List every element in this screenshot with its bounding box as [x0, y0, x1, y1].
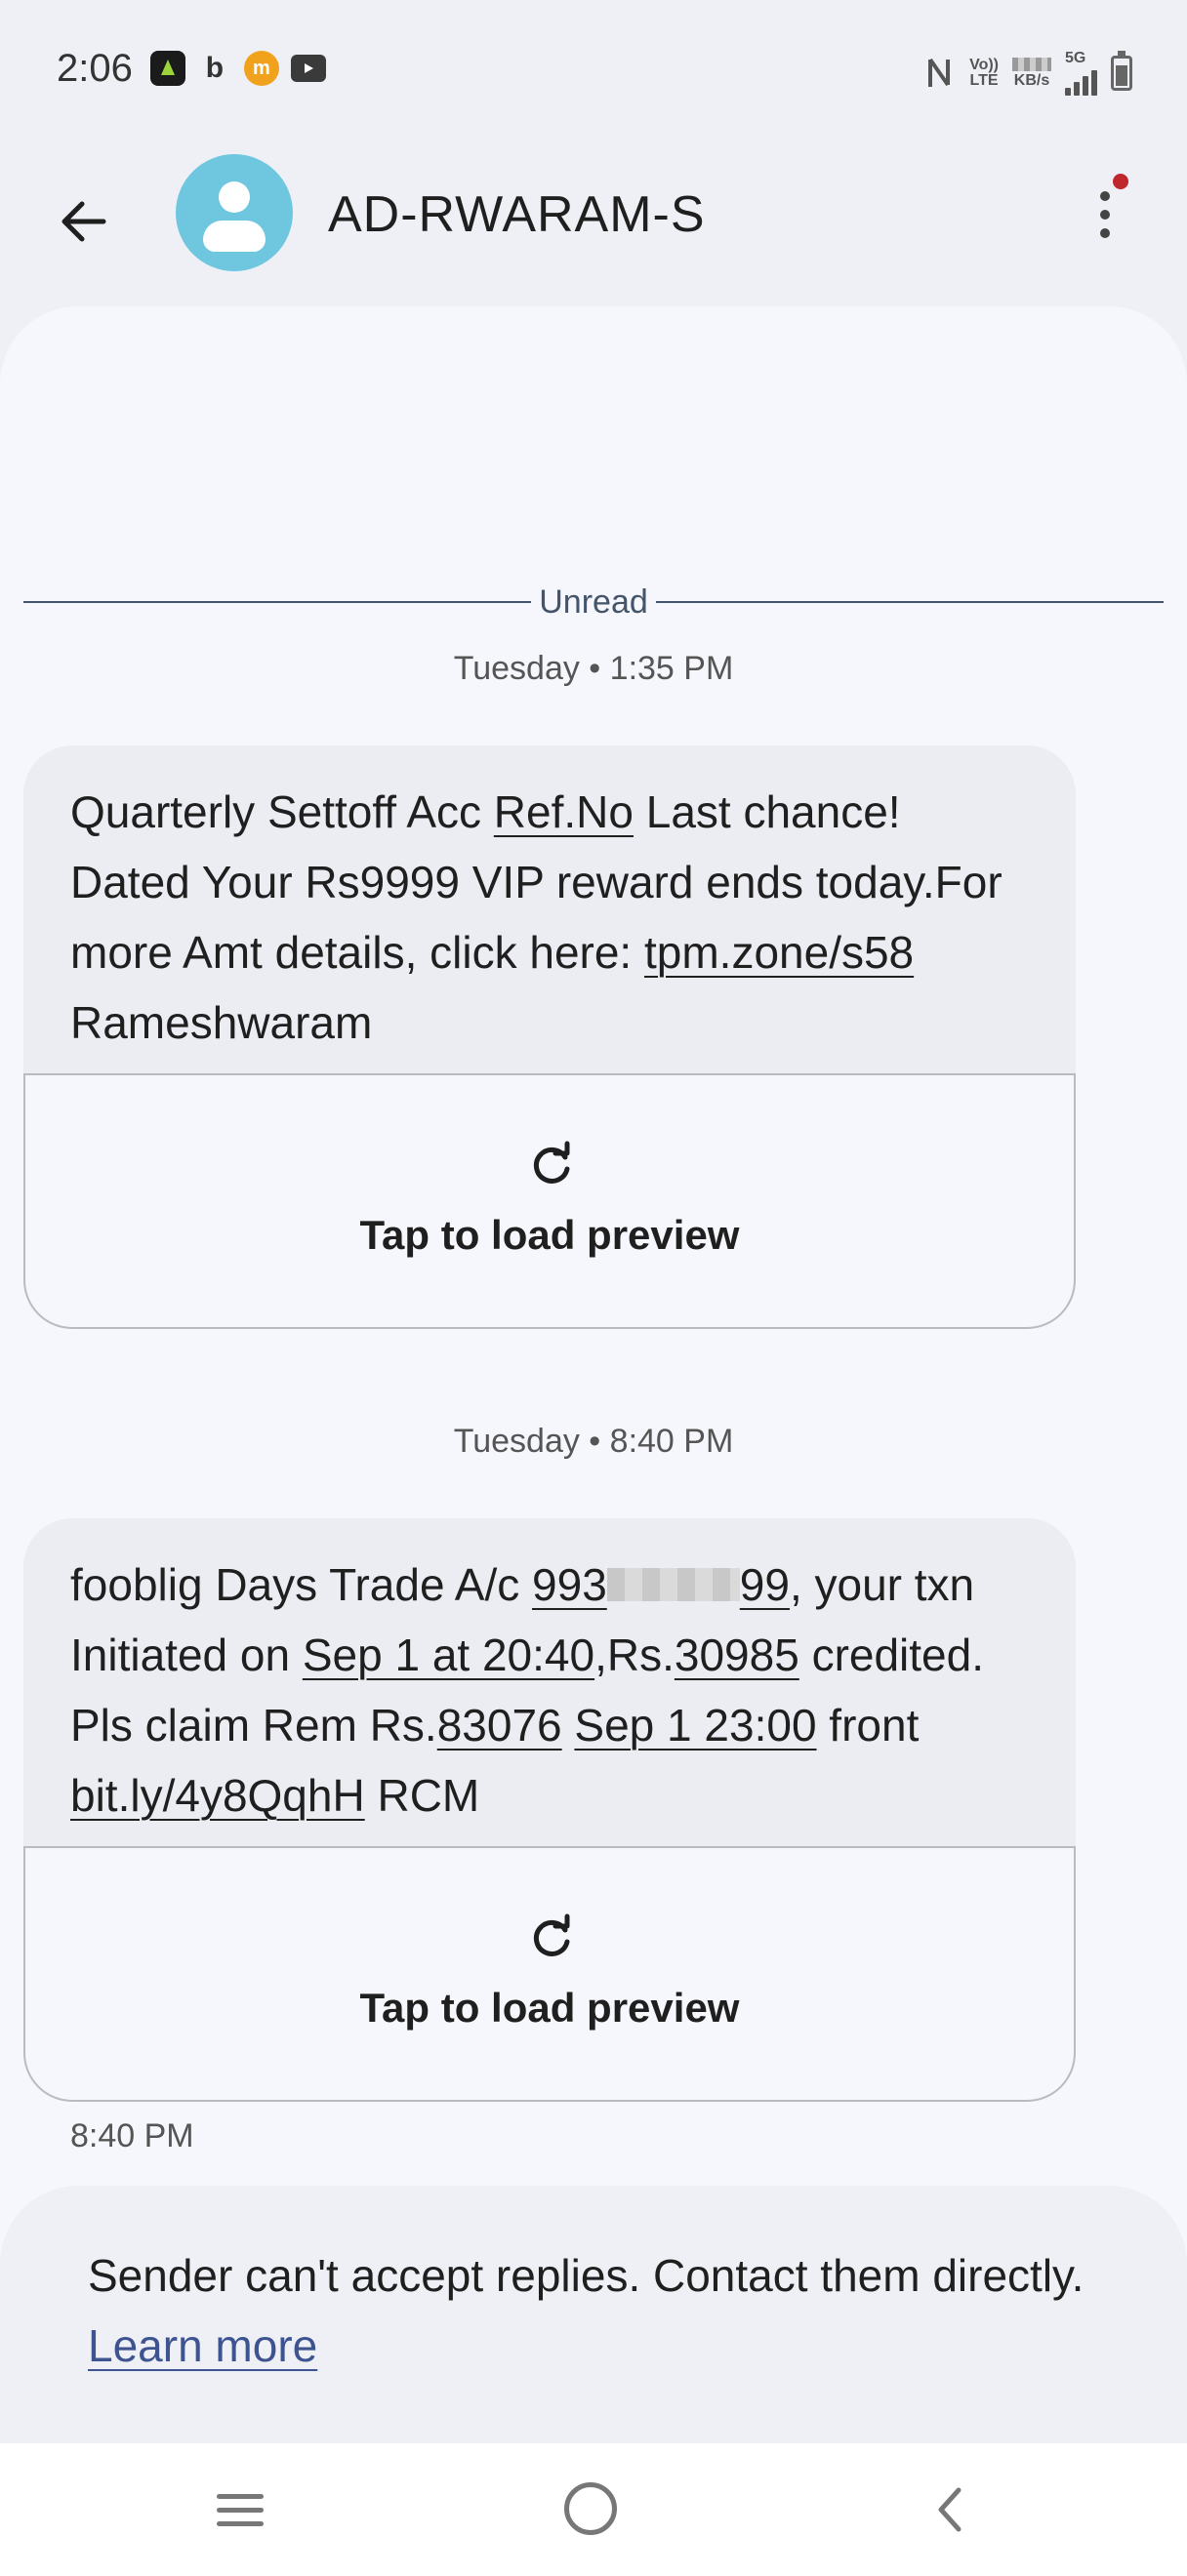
link-preview-card[interactable]: Tap to load preview [23, 1846, 1076, 2102]
network-type: 5G [1065, 50, 1086, 66]
nav-back-icon [938, 2487, 962, 2532]
battery-icon [1111, 51, 1132, 91]
account-suffix: 99 [739, 1559, 790, 1610]
app-notification-icon [149, 51, 185, 86]
conversation-header: AD-RWARAM-S [0, 137, 1187, 293]
avatar-body [203, 221, 266, 252]
text-segment: fooblig Days Trade A/c [70, 1559, 533, 1610]
status-notification-icons: b m [149, 51, 326, 86]
volte-indicator: Vo)) LTE [969, 58, 999, 89]
amount-link[interactable]: 30985 [675, 1630, 799, 1680]
learn-more-link[interactable]: Learn more [88, 2320, 317, 2371]
unread-divider: Unread [23, 580, 1165, 624]
more-vert-dot [1100, 228, 1110, 238]
link-preview-card[interactable]: Tap to load preview [23, 1073, 1076, 1329]
more-options-button[interactable] [1080, 174, 1128, 254]
back-button[interactable] [49, 187, 117, 256]
youtube-icon [290, 55, 326, 82]
message-text: Quarterly Settoff Acc Ref.No Last chance… [70, 777, 1029, 1058]
account-prefix: 993 [532, 1559, 607, 1610]
notification-dot [1113, 174, 1128, 189]
notice-text: Sender can't accept replies. Contact the… [88, 2250, 1085, 2301]
date-link[interactable]: Sep 1 at 20:40 [303, 1630, 594, 1680]
nav-back-button[interactable] [921, 2480, 980, 2539]
reply-notice: Sender can't accept replies. Contact the… [0, 2186, 1187, 2443]
nfc-icon [928, 58, 951, 87]
volte-label: Vo)) [969, 57, 999, 73]
conversation-title[interactable]: AD-RWARAM-S [328, 185, 706, 244]
divider-line [23, 601, 532, 603]
message-timestamp: Tuesday • 8:40 PM [453, 1423, 734, 1460]
text-segment: RCM [364, 1770, 480, 1821]
more-vert-dot [1100, 210, 1110, 220]
status-system-icons: Vo)) LTE KB/s 5G [926, 51, 1132, 96]
reload-icon [533, 1141, 570, 1184]
nav-home-button[interactable] [564, 2482, 617, 2535]
app-badge-icon: m [243, 51, 279, 86]
speed-unit: KB/s [1013, 72, 1050, 89]
status-time: 2:06 [57, 46, 133, 90]
url-link[interactable]: bit.ly/4y8QqhH [70, 1770, 365, 1821]
lte-label: LTE [969, 72, 999, 89]
redacted-digits [606, 1567, 740, 1601]
load-preview-label: Tap to load preview [359, 1985, 740, 2031]
avatar-person-icon [219, 181, 250, 213]
text-segment: Quarterly Settoff Acc [70, 786, 494, 837]
text-segment: ,Rs. [594, 1630, 675, 1680]
load-preview-label: Tap to load preview [359, 1212, 740, 1258]
system-navigation-bar [0, 2443, 1187, 2576]
nav-menu-icon [217, 2494, 264, 2499]
nav-menu-line [217, 2521, 264, 2526]
more-vert-icon [1100, 191, 1110, 201]
text-segment: Rameshwaram [70, 997, 373, 1048]
account-number-link[interactable]: 993 99 [532, 1559, 790, 1610]
back-arrow-icon [61, 201, 106, 242]
speed-indicator: KB/s [1012, 58, 1051, 89]
cell-signal: 5G [1065, 51, 1097, 96]
status-bar: 2:06 b m Vo)) LTE KB/s 5G [0, 0, 1187, 137]
ref-link[interactable]: Ref.No [494, 786, 634, 837]
reply-notice-text: Sender can't accept replies. Contact the… [88, 2240, 1099, 2381]
message-text: fooblig Days Trade A/c 993 99, your txn I… [70, 1550, 1029, 1831]
message-timestamp: Tuesday • 1:35 PM [453, 650, 734, 687]
url-link[interactable]: tpm.zone/s58 [644, 927, 914, 978]
nav-menu-button[interactable] [211, 2480, 269, 2539]
date-link[interactable]: Sep 1 23:00 [574, 1700, 816, 1751]
message-sent-time: 8:40 PM [70, 2117, 194, 2154]
unread-label: Unread [539, 583, 648, 621]
bing-icon: b [205, 52, 225, 84]
text-segment [562, 1700, 575, 1751]
divider-line [655, 601, 1165, 603]
message-bubble[interactable]: fooblig Days Trade A/c 993 99, your txn I… [23, 1518, 1076, 1848]
amount-link[interactable]: 83076 [437, 1700, 562, 1751]
reload-icon [533, 1913, 570, 1956]
signal-bars-icon [1065, 66, 1097, 96]
message-bubble[interactable]: Quarterly Settoff Acc Ref.No Last chance… [23, 745, 1076, 1075]
nav-menu-line [217, 2508, 264, 2513]
text-segment: front [816, 1700, 920, 1751]
avatar[interactable] [176, 154, 293, 271]
